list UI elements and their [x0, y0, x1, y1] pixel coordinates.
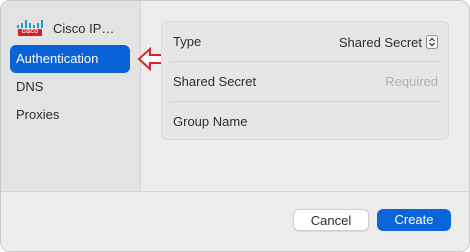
- up-down-chevron-icon: [426, 35, 438, 49]
- logo-text: CISCO: [18, 29, 42, 36]
- shared-secret-label: Shared Secret: [173, 74, 257, 89]
- type-label: Type: [173, 34, 202, 49]
- sidebar-item-label: Proxies: [16, 107, 60, 122]
- group-name-row: Group Name: [162, 102, 448, 141]
- create-button[interactable]: Create: [377, 209, 451, 231]
- type-select-value: Shared Secret: [338, 34, 422, 50]
- sidebar-item-label: DNS: [16, 79, 44, 94]
- sidebar-item-proxies[interactable]: Proxies: [10, 101, 130, 129]
- shared-secret-input[interactable]: [298, 62, 438, 101]
- sidebar-item-label: Authentication: [16, 51, 99, 66]
- sidebar: CISCO Cisco IP… Authentication DNS Proxi…: [1, 1, 141, 191]
- sidebar-header: CISCO Cisco IP…: [15, 18, 114, 38]
- sidebar-item-authentication[interactable]: Authentication: [10, 45, 130, 73]
- settings-card: Type Shared Secret Shared Secret Group N…: [161, 21, 449, 141]
- sidebar-item-dns[interactable]: DNS: [10, 73, 130, 101]
- shared-secret-row: Shared Secret: [162, 62, 448, 101]
- group-name-input[interactable]: [298, 102, 438, 141]
- type-select[interactable]: Shared Secret: [339, 33, 438, 51]
- cisco-logo-icon: CISCO: [15, 20, 45, 36]
- cancel-button[interactable]: Cancel: [293, 209, 369, 231]
- dialog-window: CISCO Cisco IP… Authentication DNS Proxi…: [0, 0, 470, 252]
- sidebar-title: Cisco IP…: [53, 20, 115, 36]
- group-name-label: Group Name: [173, 114, 248, 129]
- type-row: Type Shared Secret: [162, 22, 448, 61]
